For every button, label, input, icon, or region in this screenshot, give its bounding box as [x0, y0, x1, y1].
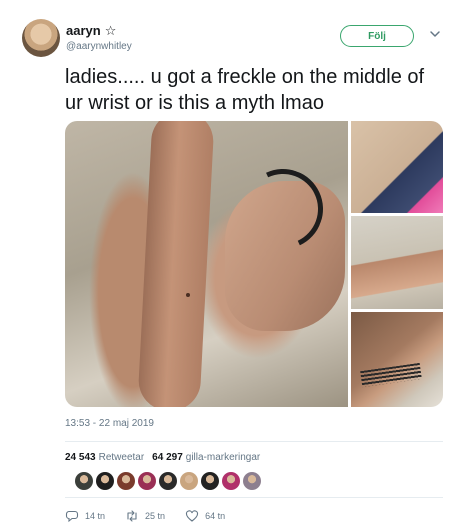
liker-avatar[interactable]	[222, 472, 240, 490]
tweet-timestamp[interactable]: 13:53 - 22 maj 2019	[65, 418, 154, 429]
liker-avatar[interactable]	[75, 472, 93, 490]
retweet-icon	[127, 510, 137, 522]
liker-avatars	[75, 472, 261, 490]
likes-stat[interactable]: 64 297 gilla-markeringar	[152, 452, 260, 463]
user-name-row[interactable]: aaryn ☆	[66, 23, 116, 38]
liker-avatar[interactable]	[117, 472, 135, 490]
retweet-button[interactable]: 25 tn	[125, 509, 165, 523]
liker-avatar[interactable]	[138, 472, 156, 490]
tweet-text: ladies..... u got a freckle on the middl…	[65, 66, 425, 114]
chevron-down-icon[interactable]	[428, 27, 442, 41]
retweets-label: Retweetar	[98, 452, 145, 463]
bracelet-shape	[360, 362, 422, 388]
liker-avatar[interactable]	[243, 472, 261, 490]
reply-button[interactable]: 14 tn	[65, 509, 105, 523]
liker-avatar[interactable]	[201, 472, 219, 490]
reply-icon	[65, 510, 79, 523]
star-icon: ☆	[104, 23, 117, 38]
freckle-mark	[186, 293, 190, 297]
heart-icon	[186, 510, 199, 522]
photo-main[interactable]	[65, 121, 348, 407]
tweet-actions: 14 tn 25 tn 64 tn	[65, 509, 245, 523]
like-count: 64 tn	[205, 511, 226, 521]
retweets-count: 24 543	[65, 452, 96, 463]
avatar[interactable]	[22, 19, 60, 57]
photo-thumb-2[interactable]	[351, 216, 443, 309]
like-button[interactable]: 64 tn	[185, 509, 225, 523]
follow-button[interactable]: Följ	[340, 25, 414, 47]
reply-count: 14 tn	[85, 511, 106, 521]
divider	[65, 441, 443, 442]
likes-label: gilla-markeringar	[185, 452, 261, 463]
arm-shape	[137, 121, 215, 407]
divider	[65, 497, 443, 498]
retweet-count: 25 tn	[145, 511, 166, 521]
liker-avatar[interactable]	[159, 472, 177, 490]
retweets-stat[interactable]: 24 543 Retweetar	[65, 452, 144, 463]
liker-avatar[interactable]	[96, 472, 114, 490]
photo-thumb-1[interactable]	[351, 121, 443, 213]
tweet-media-grid	[65, 121, 443, 407]
photo-thumb-3[interactable]	[351, 312, 443, 407]
likes-count: 64 297	[152, 452, 183, 463]
user-handle[interactable]: @aarynwhitley	[66, 41, 132, 52]
engagement-stats: 24 543 Retweetar 64 297 gilla-markeringa…	[65, 452, 260, 463]
liker-avatar[interactable]	[180, 472, 198, 490]
display-name[interactable]: aaryn	[66, 23, 101, 38]
